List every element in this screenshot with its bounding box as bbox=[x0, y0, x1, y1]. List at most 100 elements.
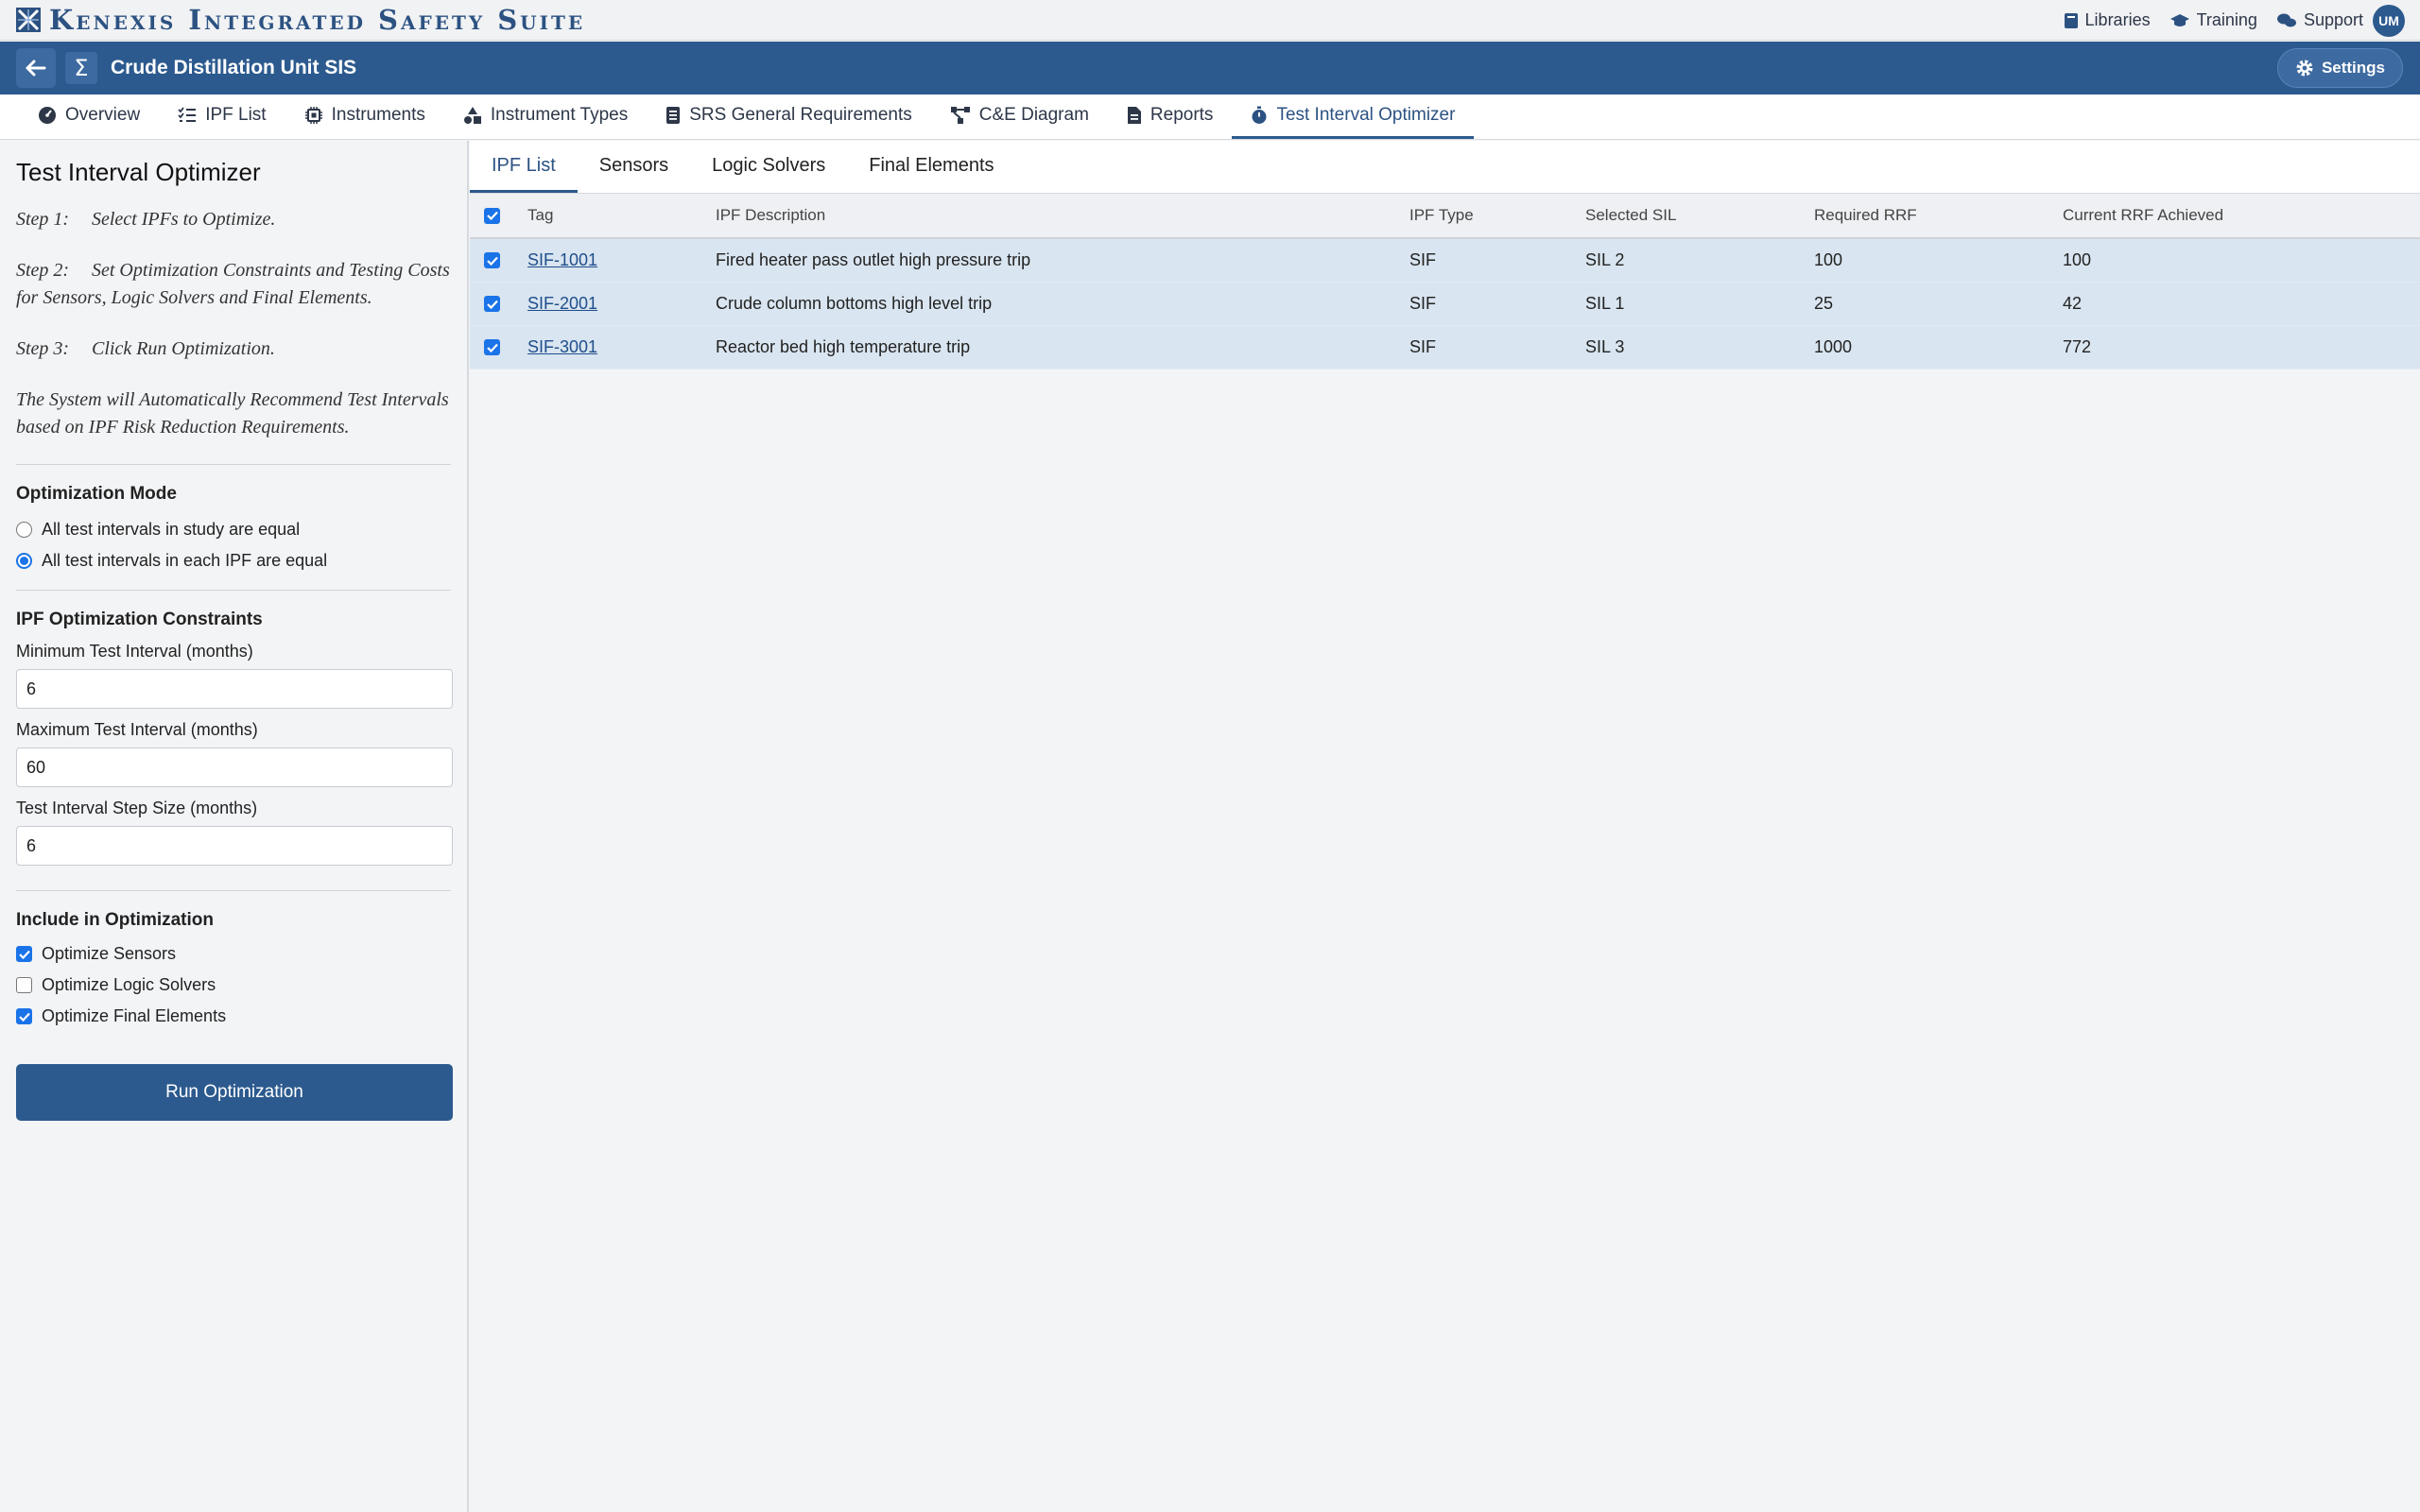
radio-button[interactable] bbox=[16, 553, 32, 569]
settings-button[interactable]: Settings bbox=[2276, 48, 2403, 88]
checkbox[interactable] bbox=[16, 946, 32, 962]
current-rrf: 772 bbox=[2063, 337, 2092, 356]
diagram-icon bbox=[950, 107, 970, 124]
user-avatar[interactable]: UM bbox=[2373, 4, 2405, 37]
subtab-ipf-list[interactable]: IPF List bbox=[470, 141, 578, 193]
optimize-final-elements-checkbox[interactable]: Optimize Final Elements bbox=[16, 1006, 451, 1026]
optimize-logic-solvers-checkbox[interactable]: Optimize Logic Solvers bbox=[16, 975, 451, 995]
chat-icon bbox=[2276, 13, 2296, 26]
optimization-mode-title: Optimization Mode bbox=[16, 484, 177, 504]
table-row[interactable]: SIF-1001 Fired heater pass outlet high p… bbox=[470, 239, 2420, 283]
checkbox-label: Optimize Final Elements bbox=[42, 1006, 227, 1025]
select-all-checkbox[interactable] bbox=[484, 207, 500, 224]
step-3-text: Click Run Optimization. bbox=[92, 338, 275, 359]
libraries-label: Libraries bbox=[2084, 10, 2151, 29]
divider bbox=[16, 890, 451, 891]
column-header-selected-sil[interactable]: Selected SIL bbox=[1585, 206, 1676, 225]
radio-button[interactable] bbox=[16, 522, 32, 538]
checkbox[interactable] bbox=[16, 977, 32, 993]
divider bbox=[16, 590, 451, 591]
row-checkbox[interactable] bbox=[484, 339, 500, 355]
ipf-tag-link[interactable]: SIF-2001 bbox=[527, 294, 597, 314]
back-button[interactable] bbox=[16, 48, 56, 88]
step-size-label: Test Interval Step Size (months) bbox=[16, 799, 258, 817]
run-optimization-button[interactable]: Run Optimization bbox=[16, 1064, 453, 1121]
check-icon bbox=[18, 1012, 30, 1022]
min-interval-input[interactable]: 6 bbox=[16, 669, 453, 709]
report-icon bbox=[1127, 107, 1141, 124]
check-icon bbox=[486, 343, 498, 352]
step-2: Step 2: Set Optimization Constraints and … bbox=[16, 257, 451, 312]
page-title: Test Interval Optimizer bbox=[16, 158, 261, 186]
max-interval-label: Maximum Test Interval (months) bbox=[16, 720, 258, 739]
tab-ce-diagram[interactable]: C&E Diagram bbox=[931, 94, 1108, 139]
tab-overview[interactable]: Overview bbox=[19, 94, 159, 139]
min-interval-label: Minimum Test Interval (months) bbox=[16, 642, 253, 661]
column-header-current-rrf[interactable]: Current RRF Achieved bbox=[2063, 206, 2223, 225]
ipf-tag-link[interactable]: SIF-1001 bbox=[527, 250, 597, 270]
project-bar: Σ Crude Distillation Unit SIS Settings bbox=[0, 42, 2420, 94]
step-size-input[interactable]: 6 bbox=[16, 826, 453, 866]
training-link[interactable]: Training bbox=[2169, 10, 2257, 30]
tab-label: IPF List bbox=[205, 105, 267, 125]
tab-instruments[interactable]: Instruments bbox=[285, 94, 444, 139]
current-rrf: 100 bbox=[2063, 250, 2092, 269]
step-1: Step 1: Select IPFs to Optimize. bbox=[16, 206, 451, 233]
checkbox-label: Optimize Logic Solvers bbox=[42, 975, 216, 994]
book-icon bbox=[2064, 12, 2078, 28]
table-row[interactable]: SIF-2001 Crude column bottoms high level… bbox=[470, 283, 2420, 326]
main-nav: Overview IPF List Instruments Instrument… bbox=[0, 94, 2420, 140]
row-checkbox[interactable] bbox=[484, 296, 500, 312]
arrow-left-icon bbox=[26, 60, 46, 77]
ipf-description: Fired heater pass outlet high pressure t… bbox=[716, 250, 1031, 269]
stopwatch-icon bbox=[1252, 106, 1267, 124]
brand[interactable]: Kenexis Integrated Safety Suite bbox=[15, 4, 585, 36]
subtab-sensors[interactable]: Sensors bbox=[578, 141, 690, 193]
ipf-table: Tag IPF Description IPF Type Selected SI… bbox=[470, 194, 2420, 369]
check-icon bbox=[486, 256, 498, 266]
sub-tabs: IPF List Sensors Logic Solvers Final Ele… bbox=[470, 141, 2420, 194]
selected-sil: SIL 1 bbox=[1585, 294, 1625, 313]
tab-reports[interactable]: Reports bbox=[1108, 94, 1233, 139]
tab-label: SRS General Requirements bbox=[689, 105, 912, 125]
required-rrf: 100 bbox=[1814, 250, 1843, 269]
table-row[interactable]: SIF-3001 Reactor bed high temperature tr… bbox=[470, 326, 2420, 369]
gear-icon bbox=[2296, 60, 2313, 77]
tab-label: Instruments bbox=[331, 105, 425, 125]
list-icon bbox=[178, 107, 197, 122]
column-header-required-rrf[interactable]: Required RRF bbox=[1814, 206, 1917, 225]
column-header-description[interactable]: IPF Description bbox=[716, 206, 825, 225]
settings-label: Settings bbox=[2321, 59, 2385, 77]
ipf-tag-link[interactable]: SIF-3001 bbox=[527, 337, 597, 357]
ipf-type: SIF bbox=[1409, 250, 1437, 269]
step-3: Step 3: Click Run Optimization. bbox=[16, 335, 451, 363]
column-header-ipf-type[interactable]: IPF Type bbox=[1409, 206, 1474, 225]
step-3-head: Step 3: bbox=[16, 338, 70, 359]
instructions-note: The System will Automatically Recommend … bbox=[16, 389, 449, 438]
tab-test-interval-optimizer[interactable]: Test Interval Optimizer bbox=[1232, 94, 1475, 139]
table-header: Tag IPF Description IPF Type Selected SI… bbox=[470, 194, 2420, 239]
subtab-logic-solvers[interactable]: Logic Solvers bbox=[690, 141, 847, 193]
tab-label: Instrument Types bbox=[490, 105, 629, 125]
row-checkbox[interactable] bbox=[484, 252, 500, 268]
optimizer-content: IPF List Sensors Logic Solvers Final Ele… bbox=[470, 141, 2420, 1512]
include-title: Include in Optimization bbox=[16, 910, 214, 930]
tab-instrument-types[interactable]: Instrument Types bbox=[444, 94, 647, 139]
checkbox-label: Optimize Sensors bbox=[42, 944, 177, 963]
checkbox[interactable] bbox=[16, 1008, 32, 1024]
tab-label: C&E Diagram bbox=[978, 105, 1089, 125]
step-2-head: Step 2: bbox=[16, 260, 70, 281]
check-icon bbox=[486, 300, 498, 309]
shapes-icon bbox=[463, 107, 481, 124]
column-header-tag[interactable]: Tag bbox=[527, 206, 553, 225]
mode-ipf-equal-radio[interactable]: All test intervals in each IPF are equal bbox=[16, 551, 451, 571]
subtab-final-elements[interactable]: Final Elements bbox=[847, 141, 1015, 193]
max-interval-input[interactable]: 60 bbox=[16, 747, 453, 787]
optimize-sensors-checkbox[interactable]: Optimize Sensors bbox=[16, 944, 451, 964]
brand-name: Kenexis Integrated Safety Suite bbox=[49, 4, 586, 36]
libraries-link[interactable]: Libraries bbox=[2064, 10, 2151, 30]
tab-ipf-list[interactable]: IPF List bbox=[159, 94, 285, 139]
tab-srs-general-requirements[interactable]: SRS General Requirements bbox=[647, 94, 931, 139]
mode-study-equal-radio[interactable]: All test intervals in study are equal bbox=[16, 520, 451, 540]
support-link[interactable]: Support bbox=[2276, 10, 2363, 30]
